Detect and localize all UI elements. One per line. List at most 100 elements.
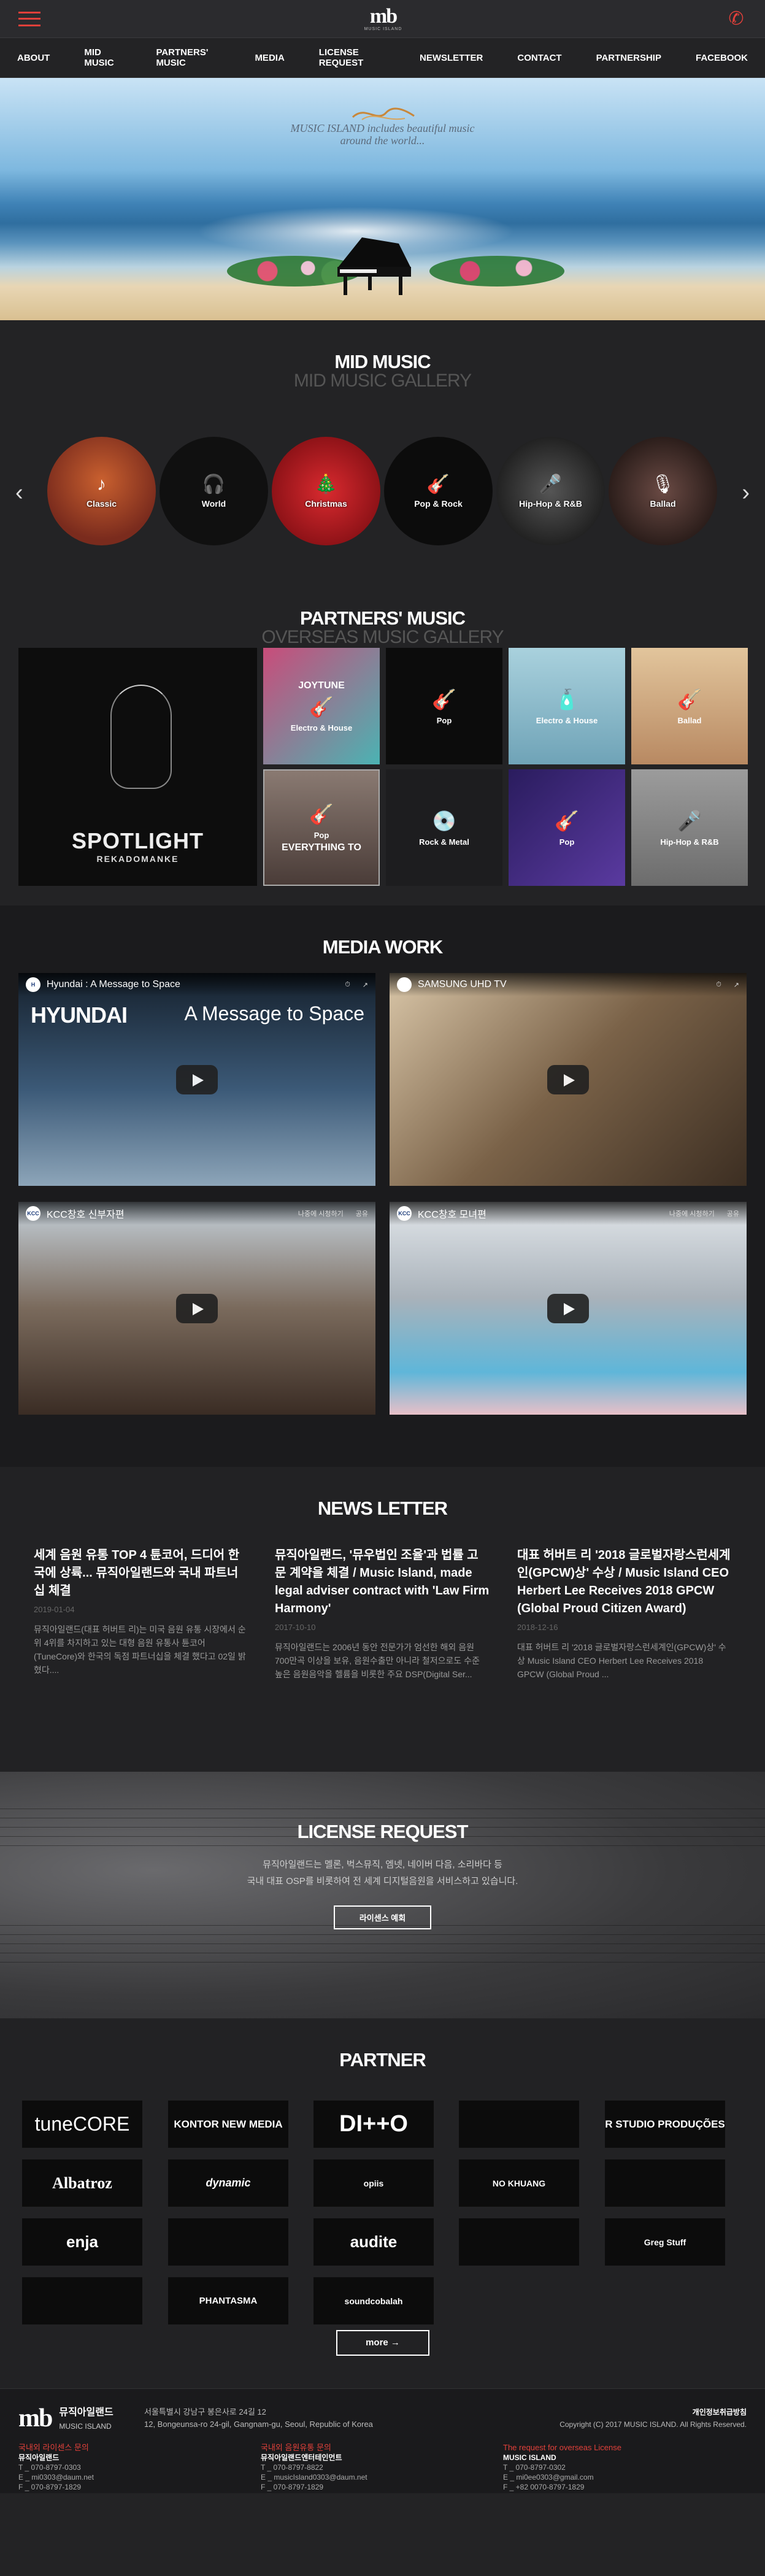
news-item[interactable]: 뮤직아일랜드, '뮤우법인 조율'과 법률 고문 계약을 체결 / Music …	[275, 1547, 490, 1681]
partner-logo[interactable]: enja	[22, 2218, 142, 2266]
nav-newsletter[interactable]: NEWSLETTER	[420, 53, 483, 63]
privacy-link[interactable]: 개인정보취급방침	[559, 2406, 747, 2418]
watch-later-label[interactable]: 나중에 시청하기	[298, 1209, 344, 1218]
nav-facebook[interactable]: FACEBOOK	[696, 53, 748, 63]
guitar-icon: 🎸	[309, 802, 334, 825]
partner-logo[interactable]: R STUDIO PRODUÇÕES	[605, 2101, 725, 2148]
footer-address: 서울특별시 강남구 봉은사로 24길 12 12, Bongeunsa-ro 24…	[144, 2406, 373, 2431]
news-headline[interactable]: 세계 음원 유통 TOP 4 튠코어, 드디어 한국에 상륙... 뮤직아일랜드…	[34, 1547, 248, 1600]
partner-logo[interactable]: NO KHUANG	[459, 2159, 579, 2207]
share-label[interactable]: 공유	[356, 1209, 368, 1218]
video-title[interactable]: KCC창호 신부자편	[47, 1206, 286, 1221]
contact-fax: F _ +82 0070-8797-1829	[503, 2483, 585, 2491]
partner-logo[interactable]	[459, 2218, 579, 2266]
watch-later-icon[interactable]: ⏱	[716, 981, 721, 989]
video-title[interactable]: KCC창호 모녀편	[418, 1206, 657, 1221]
tile-pop-2[interactable]: 🎸 Pop EVERYTHING TO	[263, 769, 380, 886]
partner-logo[interactable]: Greg Stuff	[605, 2218, 725, 2266]
play-button-icon[interactable]	[176, 1293, 218, 1323]
genre-classic[interactable]: ♪ Classic	[47, 437, 156, 545]
tile-electro-house-2[interactable]: 🧴 Electro & House	[509, 648, 625, 764]
tile-pop-3[interactable]: 🎸 Pop	[509, 769, 625, 886]
news-headline[interactable]: 뮤직아일랜드, '뮤우법인 조율'과 법률 고문 계약을 체결 / Music …	[275, 1547, 490, 1618]
tile-pop-1[interactable]: 🎸 Pop	[386, 648, 502, 764]
tile-ballad[interactable]: 🎸 Ballad	[631, 648, 748, 764]
partner-logo[interactable]: soundcobalah	[313, 2277, 434, 2324]
share-icon[interactable]: ↗	[734, 981, 739, 989]
microphone-icon: 🎤	[677, 809, 702, 832]
tile-top-text: EVERYTHING TO	[282, 842, 361, 853]
flowers-right	[429, 256, 564, 286]
genre-ballad[interactable]: 🎙 Ballad	[609, 437, 717, 545]
news-item[interactable]: 대표 허버트 리 '2018 글로벌자랑스런세계인(GPCW)상' 수상 / M…	[517, 1547, 732, 1681]
partner-logo[interactable]	[22, 2277, 142, 2324]
license-button[interactable]: 라이센스 예회	[333, 1905, 432, 1929]
genre-christmas[interactable]: 🎄 Christmas	[272, 437, 380, 545]
contact-tel: T _ 070-8797-0303	[18, 2463, 81, 2472]
partner-logo[interactable]: opiis	[313, 2159, 434, 2207]
video-overlay-title: A Message to Space	[184, 1002, 364, 1025]
more-button[interactable]: more →	[336, 2330, 429, 2356]
media-work-section: MEDIA WORK H Hyundai : A Message to Space…	[0, 905, 765, 1467]
spotlight-feature[interactable]: SPOTLIGHT REKADOMANKE	[18, 648, 257, 886]
mid-music-title: MID MUSIC	[334, 351, 431, 372]
carousel-prev-icon[interactable]: ‹	[15, 480, 23, 506]
nav-about[interactable]: ABOUT	[17, 53, 50, 63]
news-headline[interactable]: 대표 허버트 리 '2018 글로벌자랑스런세계인(GPCW)상' 수상 / M…	[517, 1547, 732, 1618]
play-button-icon[interactable]	[547, 1293, 589, 1323]
video-title[interactable]: SAMSUNG UHD TV	[418, 979, 704, 990]
partner-logo[interactable]: DI++O	[313, 2101, 434, 2148]
genre-label: Pop & Rock	[414, 499, 463, 509]
tile-top-text: JOYTUNE	[298, 680, 345, 691]
swirl-ornament-icon	[352, 107, 415, 120]
footer-logo[interactable]: mb 뮤직아일랜드 MUSIC ISLAND	[18, 2405, 113, 2433]
nav-partners-music[interactable]: PARTNERS' MUSIC	[156, 47, 220, 68]
share-icon[interactable]: ↗	[363, 981, 368, 989]
genre-pop-rock[interactable]: 🎸 Pop & Rock	[384, 437, 493, 545]
video-kcc-father[interactable]: KCC KCC창호 신부자편 나중에 시청하기 공유	[18, 1202, 375, 1415]
share-label[interactable]: 공유	[727, 1209, 739, 1218]
site-logo[interactable]: mb MUSIC ISLAND	[364, 6, 402, 32]
tile-label: Electro & House	[290, 723, 353, 732]
nav-contact[interactable]: CONTACT	[517, 53, 561, 63]
nav-media[interactable]: MEDIA	[255, 53, 284, 63]
partner-logo[interactable]: audite	[313, 2218, 434, 2266]
genre-hiphop-rnb[interactable]: 🎤 Hip-Hop & R&B	[496, 437, 605, 545]
video-kcc-mother[interactable]: KCC KCC창호 모녀편 나중에 시청하기 공유	[390, 1202, 747, 1415]
video-bar: KCC KCC창호 신부자편 나중에 시청하기 공유	[18, 1202, 375, 1225]
nav-partnership[interactable]: PARTNERSHIP	[596, 53, 661, 63]
contact-email[interactable]: E _ musicIsland0303@daum.net	[261, 2472, 367, 2482]
contact-email[interactable]: E _ mi0303@daum.net	[18, 2472, 94, 2482]
partner-logo[interactable]: tuneCORE	[22, 2101, 142, 2148]
tile-hiphop-rnb[interactable]: 🎤 Hip-Hop & R&B	[631, 769, 748, 886]
partner-logo[interactable]: KONTOR NEW MEDIA	[168, 2101, 288, 2148]
tile-electro-house-1[interactable]: JOYTUNE 🎸 Electro & House	[263, 648, 380, 764]
video-hyundai[interactable]: H Hyundai : A Message to Space ⏱ ↗ HYUNDAI …	[18, 973, 375, 1186]
watch-later-icon[interactable]: ⏱	[345, 981, 350, 989]
hamburger-menu-icon[interactable]	[18, 11, 40, 26]
news-letter-title: NEWS LETTER	[317, 1498, 448, 1519]
play-button-icon[interactable]	[547, 1064, 589, 1094]
partner-logo[interactable]: PHANTASMA	[168, 2277, 288, 2324]
phone-icon[interactable]: ✆	[726, 9, 747, 29]
partner-logo[interactable]	[168, 2218, 288, 2266]
partner-logo[interactable]	[605, 2159, 725, 2207]
company-name-ko: 뮤직아일랜드	[59, 2407, 113, 2418]
contact-email[interactable]: E _ mi0ee0303@gmail.com	[503, 2472, 621, 2482]
video-title[interactable]: Hyundai : A Message to Space	[47, 979, 333, 990]
partner-logo[interactable]: dynamic	[168, 2159, 288, 2207]
watch-later-label[interactable]: 나중에 시청하기	[669, 1209, 715, 1218]
nav-license-request[interactable]: LICENSE REQUEST	[319, 47, 385, 68]
play-button-icon[interactable]	[176, 1064, 218, 1094]
partner-logo[interactable]: Albatroz	[22, 2159, 142, 2207]
partner-logo[interactable]	[459, 2101, 579, 2148]
news-item[interactable]: 세계 음원 유통 TOP 4 튠코어, 드디어 한국에 상륙... 뮤직아일랜드…	[34, 1547, 248, 1677]
tile-rock-metal[interactable]: 💿 Rock & Metal	[386, 769, 502, 886]
nav-mid-music[interactable]: MID MUSIC	[84, 47, 121, 68]
genre-world[interactable]: 🎧 World	[160, 437, 268, 545]
channel-avatar	[397, 977, 412, 992]
tile-label: Pop	[436, 715, 452, 725]
tile-label: Ballad	[677, 715, 702, 725]
carousel-next-icon[interactable]: ›	[742, 480, 750, 506]
video-samsung[interactable]: SAMSUNG UHD TV ⏱ ↗	[390, 973, 747, 1186]
